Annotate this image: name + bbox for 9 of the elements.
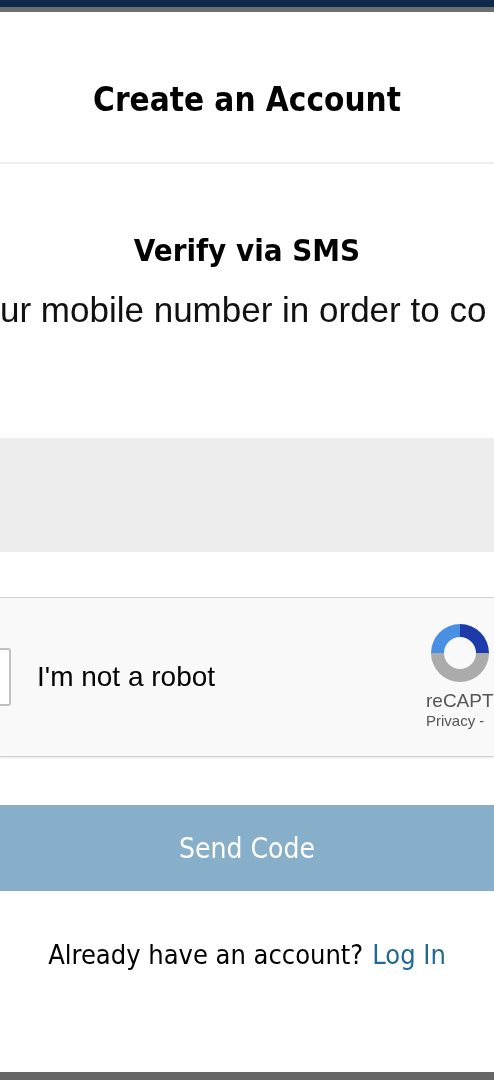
login-link[interactable]: Log In	[372, 939, 446, 970]
recaptcha-label: reCAPT	[426, 690, 494, 712]
page-title: Create an Account	[93, 78, 401, 119]
privacy-link[interactable]: Privacy -	[426, 712, 485, 729]
captcha-checkbox[interactable]	[0, 648, 11, 706]
instruction-text: ur mobile number in order to co	[0, 290, 488, 330]
section-heading: Verify via SMS	[132, 232, 362, 268]
login-prompt: Already have an account?	[48, 939, 364, 970]
captcha-label: I'm not a robot	[37, 661, 216, 693]
